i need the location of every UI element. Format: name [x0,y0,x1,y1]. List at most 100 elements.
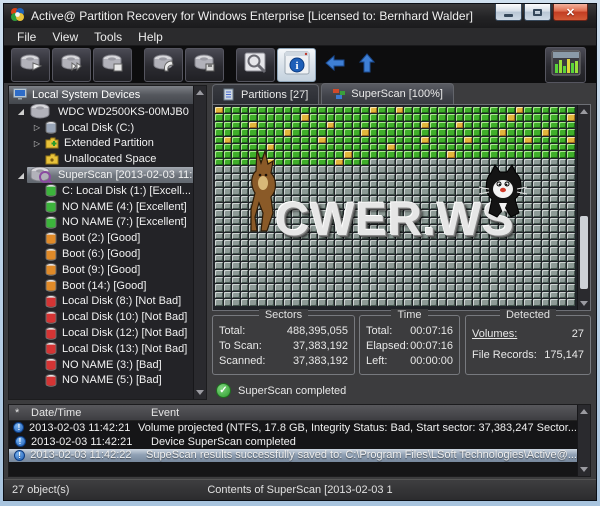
scan-cell-gray [524,188,532,194]
statistics-button[interactable] [545,47,586,83]
scan-cell-gray [567,196,575,202]
scan-cell-gray [335,203,343,209]
scan-cell-gray [275,247,283,253]
tree-item[interactable]: Boot (6:) [Good] [9,246,193,262]
tree-item[interactable]: Local Disk (8:) [Not Bad] [9,294,193,310]
scan-cell-green [292,144,300,150]
log-header-row[interactable]: * Date/Time Event [9,405,577,421]
scroll-up-icon[interactable] [580,409,588,414]
tab-superscan[interactable]: SuperScan [100%] [321,83,454,104]
superscan-disk-button[interactable] [52,48,91,82]
scan-cell-gray [438,218,446,224]
log-scrollbar[interactable] [577,405,590,476]
scan-cell-gray [292,225,300,231]
close-button[interactable]: ✕ [553,4,588,21]
tree-item[interactable]: C: Local Disk (1:) [Excell... [9,183,193,199]
scan-cell-gray [430,174,438,180]
maximize-button[interactable] [524,4,551,21]
log-header-datetime[interactable]: Date/Time [31,407,151,419]
expander-collapsed-icon[interactable]: ▷ [31,123,43,132]
scan-cell-gray [249,262,257,268]
menu-view[interactable]: View [45,29,85,45]
tree-item[interactable]: NO NAME (3:) [Bad] [9,357,193,373]
scan-cell-gray [464,225,472,231]
save-scan-results-button[interactable] [185,48,224,82]
tree-item[interactable]: Boot (14:) [Good] [9,278,193,294]
log-event: SupeScan results successfully saved to: … [146,449,577,461]
log-header-event[interactable]: Event [151,407,577,419]
scroll-up-icon[interactable] [196,90,204,95]
tree-item[interactable]: ▷Extended Partition [9,136,193,152]
tree-item[interactable]: ◢SuperScan [2013-02-03 11:3... [9,167,193,183]
menu-file[interactable]: File [10,29,43,45]
scan-cell-gray [344,247,352,253]
preview-button[interactable] [236,48,275,82]
tree-item[interactable]: NO NAME (7:) [Excellent] [9,215,193,231]
scan-cell-green [292,129,300,135]
scan-cell-gray [438,210,446,216]
scan-cell-green [275,129,283,135]
scan-status-line: ✓ SuperScan completed [212,383,591,398]
scan-cell-gray [404,270,412,276]
scan-cell-gray [344,292,352,298]
tree-root-local-system-devices[interactable]: Local System Devices [9,86,193,104]
open-scan-results-button[interactable] [144,48,183,82]
scan-cell-green [421,129,429,135]
tree-item[interactable]: ▷Local Disk (C:) [9,120,193,136]
superscan-node-icon [29,167,53,183]
tree-item[interactable]: NO NAME (4:) [Excellent] [9,199,193,215]
scan-cell-gray [559,255,567,261]
scan-cell-gray [318,292,326,298]
scrollbar-thumb[interactable] [580,216,588,290]
tree-item[interactable]: ◢WDC WD2500KS-00MJB0 [9,104,193,120]
scan-cell-gray [275,203,283,209]
scan-cell-green [353,151,361,157]
expander-expanded-icon[interactable]: ◢ [15,171,27,180]
log-row[interactable]: !2013-02-03 11:42:22SupeScan results suc… [9,449,577,463]
stat-label[interactable]: Volumes: [472,324,517,345]
scan-cell-green [241,151,249,157]
tree-item[interactable]: Local Disk (10:) [Not Bad] [9,309,193,325]
up-button[interactable] [354,48,380,82]
expander-collapsed-icon[interactable]: ▷ [31,139,43,148]
minimize-button[interactable] [495,4,522,21]
info-button[interactable]: i [277,48,316,82]
back-button[interactable] [322,48,348,82]
log-header-severity[interactable]: * [9,407,31,419]
scan-cell-gray [224,255,232,261]
tree-item[interactable]: Boot (9:) [Good] [9,262,193,278]
menu-help[interactable]: Help [131,29,170,45]
scan-cell-green [370,129,378,135]
scan-cell-gray [481,270,489,276]
expander-expanded-icon[interactable]: ◢ [15,107,27,116]
tree-scrollbar[interactable] [193,86,206,399]
scan-cell-gray [215,299,223,305]
recover-partition-button[interactable] [93,48,132,82]
scan-cell-gray [456,188,464,194]
scan-cell-gray [567,225,575,231]
log-row[interactable]: !2013-02-03 11:42:21Device SuperScan com… [9,435,577,449]
vol-green-icon [45,200,57,213]
scan-cell-green [438,129,446,135]
scan-cell-gray [490,196,498,202]
scan-cell-green [284,159,292,165]
grid-scrollbar[interactable] [577,105,590,310]
tree-item[interactable]: Local Disk (12:) [Not Bad] [9,325,193,341]
scan-disk-button[interactable] [11,48,50,82]
scroll-down-icon[interactable] [580,467,588,472]
menu-tools[interactable]: Tools [87,29,129,45]
tree-item[interactable]: Unallocated Space [9,151,193,167]
scroll-down-icon[interactable] [580,301,588,306]
tree-item[interactable]: Local Disk (13:) [Not Bad] [9,341,193,357]
tab-partitions[interactable]: Partitions [27] [212,84,319,104]
scroll-down-icon[interactable] [196,390,204,395]
scroll-up-icon[interactable] [580,109,588,114]
detected-stat-row: File Records:175,147 [472,345,584,366]
title-bar[interactable]: Active@ Partition Recovery for Windows E… [4,4,596,28]
tree-item[interactable]: NO NAME (5:) [Bad] [9,373,193,389]
tree-item[interactable]: Boot (2:) [Good] [9,230,193,246]
scan-cell-gray [490,233,498,239]
scan-cell-gray [404,247,412,253]
log-row[interactable]: !2013-02-03 11:42:21Volume projected (NT… [9,421,577,435]
scan-cell-gray [318,225,326,231]
